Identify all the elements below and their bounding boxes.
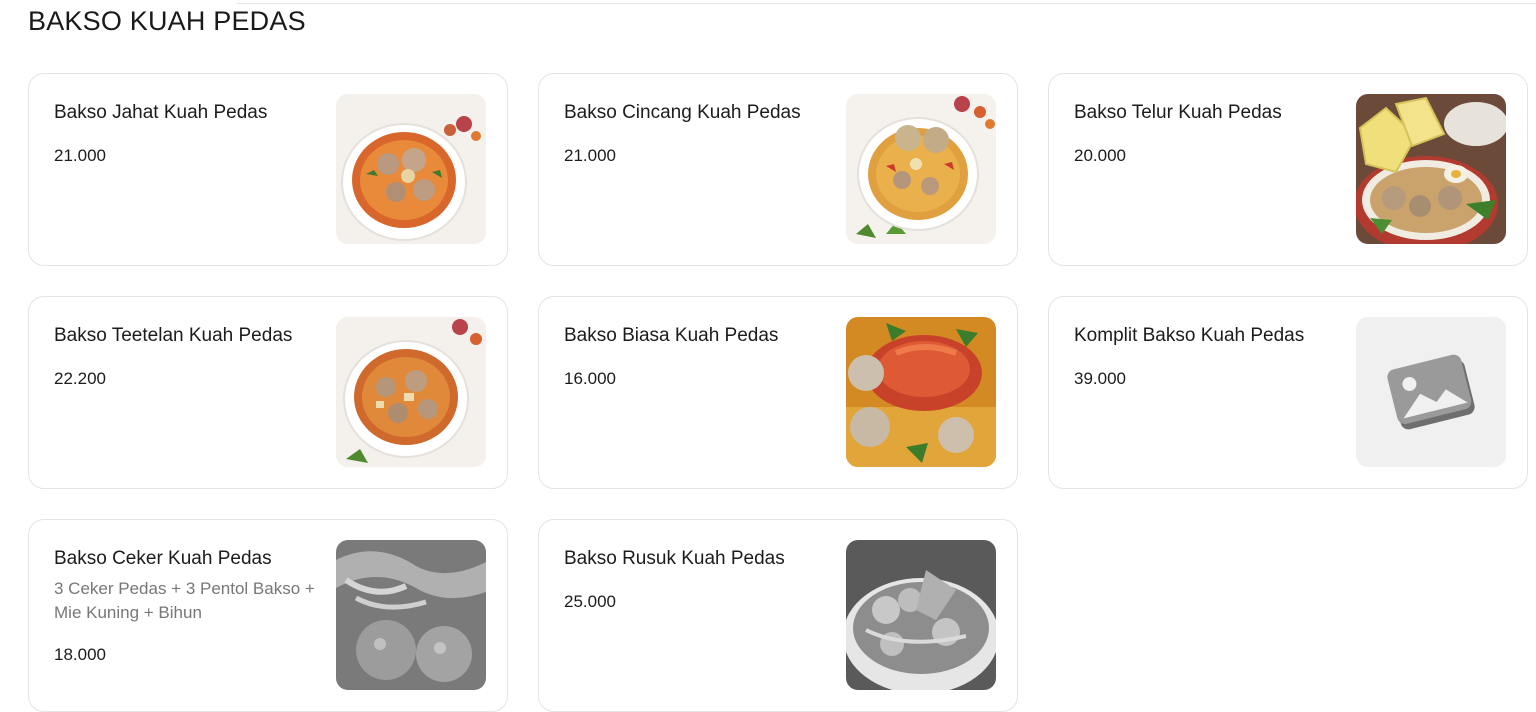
menu-item-photo[interactable] <box>846 317 996 467</box>
menu-item-card[interactable]: Bakso Biasa Kuah Pedas 16.000 <box>538 296 1018 489</box>
menu-item-price: 22.200 <box>54 369 106 388</box>
menu-item-price: 20.000 <box>1074 146 1126 165</box>
menu-item-photo[interactable] <box>846 94 996 244</box>
menu-item-name: Bakso Cincang Kuah Pedas <box>564 102 801 123</box>
soup-bowl-image <box>846 317 996 467</box>
soup-bowl-image <box>846 94 996 244</box>
menu-item-name: Bakso Biasa Kuah Pedas <box>564 325 779 346</box>
menu-item-card[interactable]: Bakso Teetelan Kuah Pedas 22.200 <box>28 296 508 489</box>
soup-bowl-image <box>336 94 486 244</box>
grayscale-soup-image <box>846 540 996 690</box>
menu-item-photo-placeholder[interactable] <box>1356 317 1506 467</box>
menu-item-card[interactable]: Komplit Bakso Kuah Pedas 39.000 <box>1048 296 1528 489</box>
menu-item-price: 16.000 <box>564 369 616 388</box>
menu-grid: Bakso Jahat Kuah Pedas 21.000 Bakso Cinc… <box>28 73 1528 712</box>
menu-item-name: Bakso Telur Kuah Pedas <box>1074 102 1282 123</box>
soup-bowl-image <box>336 317 486 467</box>
menu-item-description: 3 Ceker Pedas + 3 Pentol Bakso + Mie Kun… <box>54 579 315 622</box>
menu-item-price: 18.000 <box>54 645 106 664</box>
grayscale-soup-image <box>336 540 486 690</box>
section-title: BAKSO KUAH PEDAS <box>28 6 306 36</box>
menu-item-card[interactable]: Bakso Cincang Kuah Pedas 21.000 <box>538 73 1018 266</box>
top-divider <box>236 3 1536 4</box>
menu-item-name: Bakso Teetelan Kuah Pedas <box>54 325 293 346</box>
menu-item-photo[interactable] <box>846 540 996 690</box>
menu-item-name: Bakso Ceker Kuah Pedas <box>54 548 272 569</box>
menu-item-card[interactable]: Bakso Jahat Kuah Pedas 21.000 <box>28 73 508 266</box>
menu-item-card[interactable]: Bakso Ceker Kuah Pedas 3 Ceker Pedas + 3… <box>28 519 508 712</box>
menu-item-name: Bakso Rusuk Kuah Pedas <box>564 548 785 569</box>
menu-item-price: 39.000 <box>1074 369 1126 388</box>
menu-item-name: Komplit Bakso Kuah Pedas <box>1074 325 1305 346</box>
menu-item-photo[interactable] <box>336 94 486 244</box>
menu-item-photo[interactable] <box>1356 94 1506 244</box>
menu-item-photo[interactable] <box>336 317 486 467</box>
menu-item-card[interactable]: Bakso Telur Kuah Pedas 20.000 <box>1048 73 1528 266</box>
menu-item-price: 21.000 <box>54 146 106 165</box>
soup-bowl-image <box>1356 94 1506 244</box>
menu-item-photo[interactable] <box>336 540 486 690</box>
menu-item-price: 25.000 <box>564 592 616 611</box>
menu-item-name: Bakso Jahat Kuah Pedas <box>54 102 268 123</box>
menu-item-card[interactable]: Bakso Rusuk Kuah Pedas 25.000 <box>538 519 1018 712</box>
menu-item-price: 21.000 <box>564 146 616 165</box>
image-placeholder-icon <box>1387 354 1475 430</box>
